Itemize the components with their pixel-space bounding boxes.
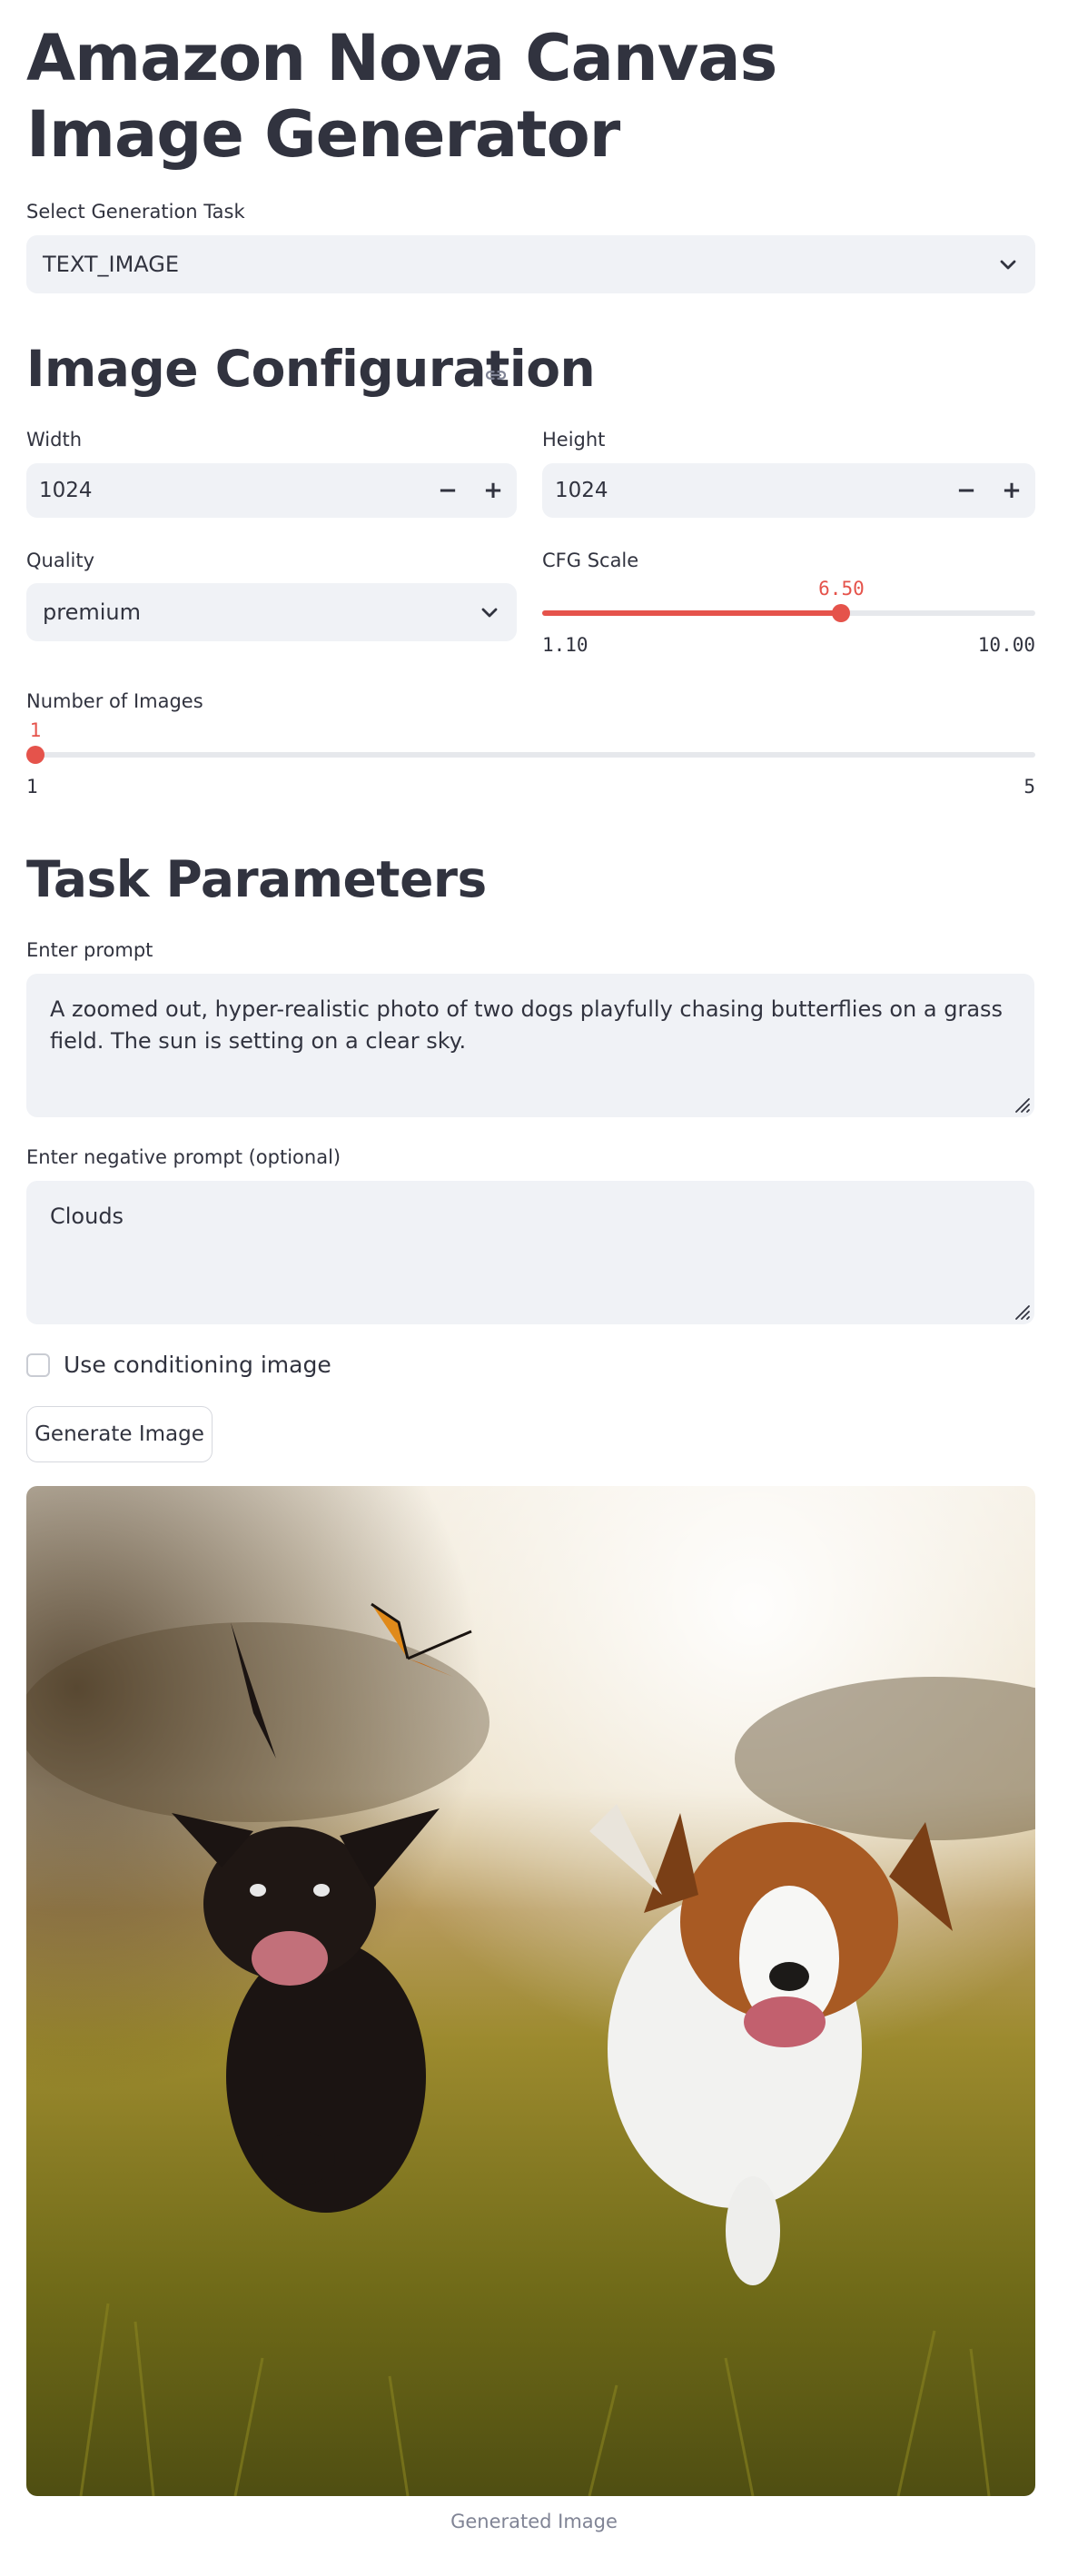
conditioning-checkbox[interactable]: [26, 1353, 50, 1377]
image-caption: Generated Image: [450, 2511, 618, 2532]
chevron-down-icon: [481, 608, 498, 618]
quality-value: premium: [43, 599, 141, 625]
task-select-value: TEXT_IMAGE: [43, 252, 180, 277]
prompt-textarea[interactable]: A zoomed out, hyper-realistic photo of t…: [26, 974, 1034, 1117]
cfg-scale-track[interactable]: [542, 610, 1035, 616]
negative-prompt-textarea[interactable]: Clouds: [26, 1181, 1034, 1324]
cfg-scale-fill: [542, 610, 842, 616]
height-input[interactable]: 1024 − +: [542, 463, 1035, 518]
height-value: 1024: [555, 479, 608, 502]
task-select-label: Select Generation Task: [26, 201, 245, 223]
num-images-thumb[interactable]: [26, 746, 44, 764]
height-label: Height: [542, 429, 606, 451]
negative-prompt-label: Enter negative prompt (optional): [26, 1146, 341, 1168]
prompt-text: A zoomed out, hyper-realistic photo of t…: [50, 996, 1004, 1054]
cfg-scale-max: 10.00: [977, 634, 1035, 656]
width-decrement-button[interactable]: −: [430, 472, 466, 509]
cfg-scale-thumb[interactable]: [832, 604, 851, 622]
height-increment-button[interactable]: +: [994, 472, 1030, 509]
quality-select[interactable]: premium: [26, 583, 517, 641]
conditioning-checkbox-label[interactable]: Use conditioning image: [64, 1350, 331, 1381]
num-images-min: 1: [26, 776, 38, 798]
chevron-down-icon: [1000, 260, 1016, 270]
resize-grip-icon[interactable]: [1009, 1299, 1031, 1321]
task-select[interactable]: TEXT_IMAGE: [26, 235, 1035, 293]
width-value: 1024: [39, 479, 93, 502]
width-input[interactable]: 1024 − +: [26, 463, 517, 518]
quality-label: Quality: [26, 550, 95, 571]
num-images-label: Number of Images: [26, 690, 203, 712]
prompt-label: Enter prompt: [26, 939, 153, 961]
cfg-scale-value: 6.50: [818, 578, 865, 599]
width-label: Width: [26, 429, 83, 451]
width-increment-button[interactable]: +: [475, 472, 511, 509]
num-images-max: 5: [1024, 776, 1035, 798]
cfg-scale-label: CFG Scale: [542, 550, 639, 571]
num-images-value: 1: [29, 719, 42, 741]
resize-grip-icon[interactable]: [1009, 1092, 1031, 1114]
generated-image-picture: [26, 1486, 1035, 2496]
link-icon[interactable]: [482, 362, 509, 389]
cfg-scale-min: 1.10: [542, 634, 588, 656]
generate-image-button[interactable]: Generate Image: [26, 1406, 213, 1462]
num-images-track[interactable]: [26, 752, 1035, 758]
task-params-heading: Task Parameters: [26, 850, 487, 908]
generated-image: [26, 1486, 1035, 2496]
image-config-heading: Image Configuration: [26, 340, 596, 398]
page-title: Amazon Nova Canvas Image Generator: [26, 21, 777, 172]
height-decrement-button[interactable]: −: [948, 472, 984, 509]
negative-prompt-text: Clouds: [50, 1204, 124, 1229]
